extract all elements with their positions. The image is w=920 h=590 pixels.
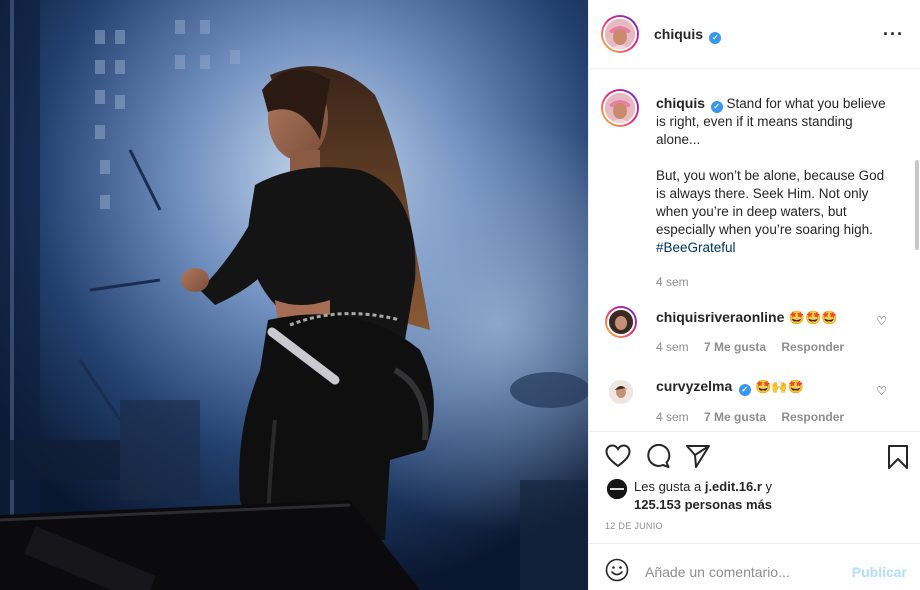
avatar-image (609, 380, 633, 404)
avatar-image (607, 479, 627, 499)
comment-avatar[interactable] (605, 376, 637, 408)
caption-hashtag[interactable]: #BeeGrateful (656, 239, 896, 257)
comment-likes[interactable]: 7 Me gusta (704, 340, 766, 354)
heart-icon[interactable] (605, 444, 631, 468)
share-icon[interactable] (685, 444, 711, 468)
author-username[interactable]: chiquis (654, 26, 703, 42)
post-sidebar: chiquis ✓ ··· chiquis ✓ Stand for what y… (588, 0, 920, 590)
comment-meta: 4 sem 7 Me gusta Responder (656, 410, 844, 424)
caption-username[interactable]: chiquis (656, 95, 705, 111)
liker-username[interactable]: j.edit.16.r (705, 479, 762, 494)
comments-scrollbar[interactable] (915, 160, 919, 250)
comment-item: chiquisriveraonline 🤩🤩🤩 (656, 309, 886, 327)
post-header: chiquis ✓ ··· (589, 0, 920, 69)
caption-avatar[interactable] (601, 89, 639, 127)
comment-input[interactable]: Añade un comentario... (645, 564, 790, 580)
comment-like-heart-icon[interactable]: ♡ (876, 384, 887, 398)
more-options-icon[interactable]: ··· (883, 24, 904, 45)
likes-count[interactable]: 125.153 personas más (634, 496, 772, 514)
avatar-image (605, 19, 635, 49)
comment-username[interactable]: curvyzelma (656, 378, 732, 394)
comment-avatar[interactable] (605, 306, 637, 338)
comment-meta: 4 sem 7 Me gusta Responder (656, 340, 844, 354)
comment-item: curvyzelma ✓ 🤩🙌🤩 (656, 378, 886, 396)
author-avatar[interactable] (601, 15, 639, 53)
comment-reply-button[interactable]: Responder (781, 340, 844, 354)
comment-icon[interactable] (645, 444, 671, 468)
comment-text: 🤩🙌🤩 (755, 379, 804, 394)
comment-like-heart-icon[interactable]: ♡ (876, 314, 887, 328)
caption-line-2: But, you won’t be alone, because God is … (656, 168, 885, 237)
comment-likes[interactable]: 7 Me gusta (704, 410, 766, 424)
emoji-icon[interactable] (605, 558, 629, 582)
liker-avatar[interactable] (607, 479, 627, 499)
verified-badge-icon: ✓ (710, 101, 723, 113)
concert-photo (0, 0, 588, 590)
post-caption: chiquis ✓ Stand for what you believe is … (656, 94, 896, 291)
comment-time[interactable]: 4 sem (656, 410, 689, 424)
comment-text: 🤩🤩🤩 (788, 310, 838, 325)
verified-badge-icon: ✓ (709, 32, 722, 44)
post-date[interactable]: 12 DE JUNIO (605, 521, 663, 531)
comment-reply-button[interactable]: Responder (781, 410, 844, 424)
publish-button[interactable]: Publicar (852, 564, 907, 580)
avatar-image (609, 310, 633, 334)
post-photo[interactable] (0, 0, 588, 590)
add-comment-bar: Añade un comentario... Publicar (589, 543, 920, 590)
post-actions: Les gusta a j.edit.16.r y 125.153 person… (589, 431, 920, 543)
caption-time[interactable]: 4 sem (656, 273, 896, 291)
verified-badge-icon: ✓ (738, 384, 751, 396)
bookmark-icon[interactable] (887, 444, 909, 470)
likes-summary: Les gusta a j.edit.16.r y 125.153 person… (634, 478, 772, 514)
avatar-image (605, 93, 635, 123)
comment-username[interactable]: chiquisriveraonline (656, 309, 784, 325)
comments-list[interactable]: chiquis ✓ Stand for what you believe is … (589, 70, 920, 431)
likes-suffix: y (761, 479, 773, 494)
comment-time[interactable]: 4 sem (656, 340, 689, 354)
likes-prefix: Les gusta a (634, 479, 705, 494)
